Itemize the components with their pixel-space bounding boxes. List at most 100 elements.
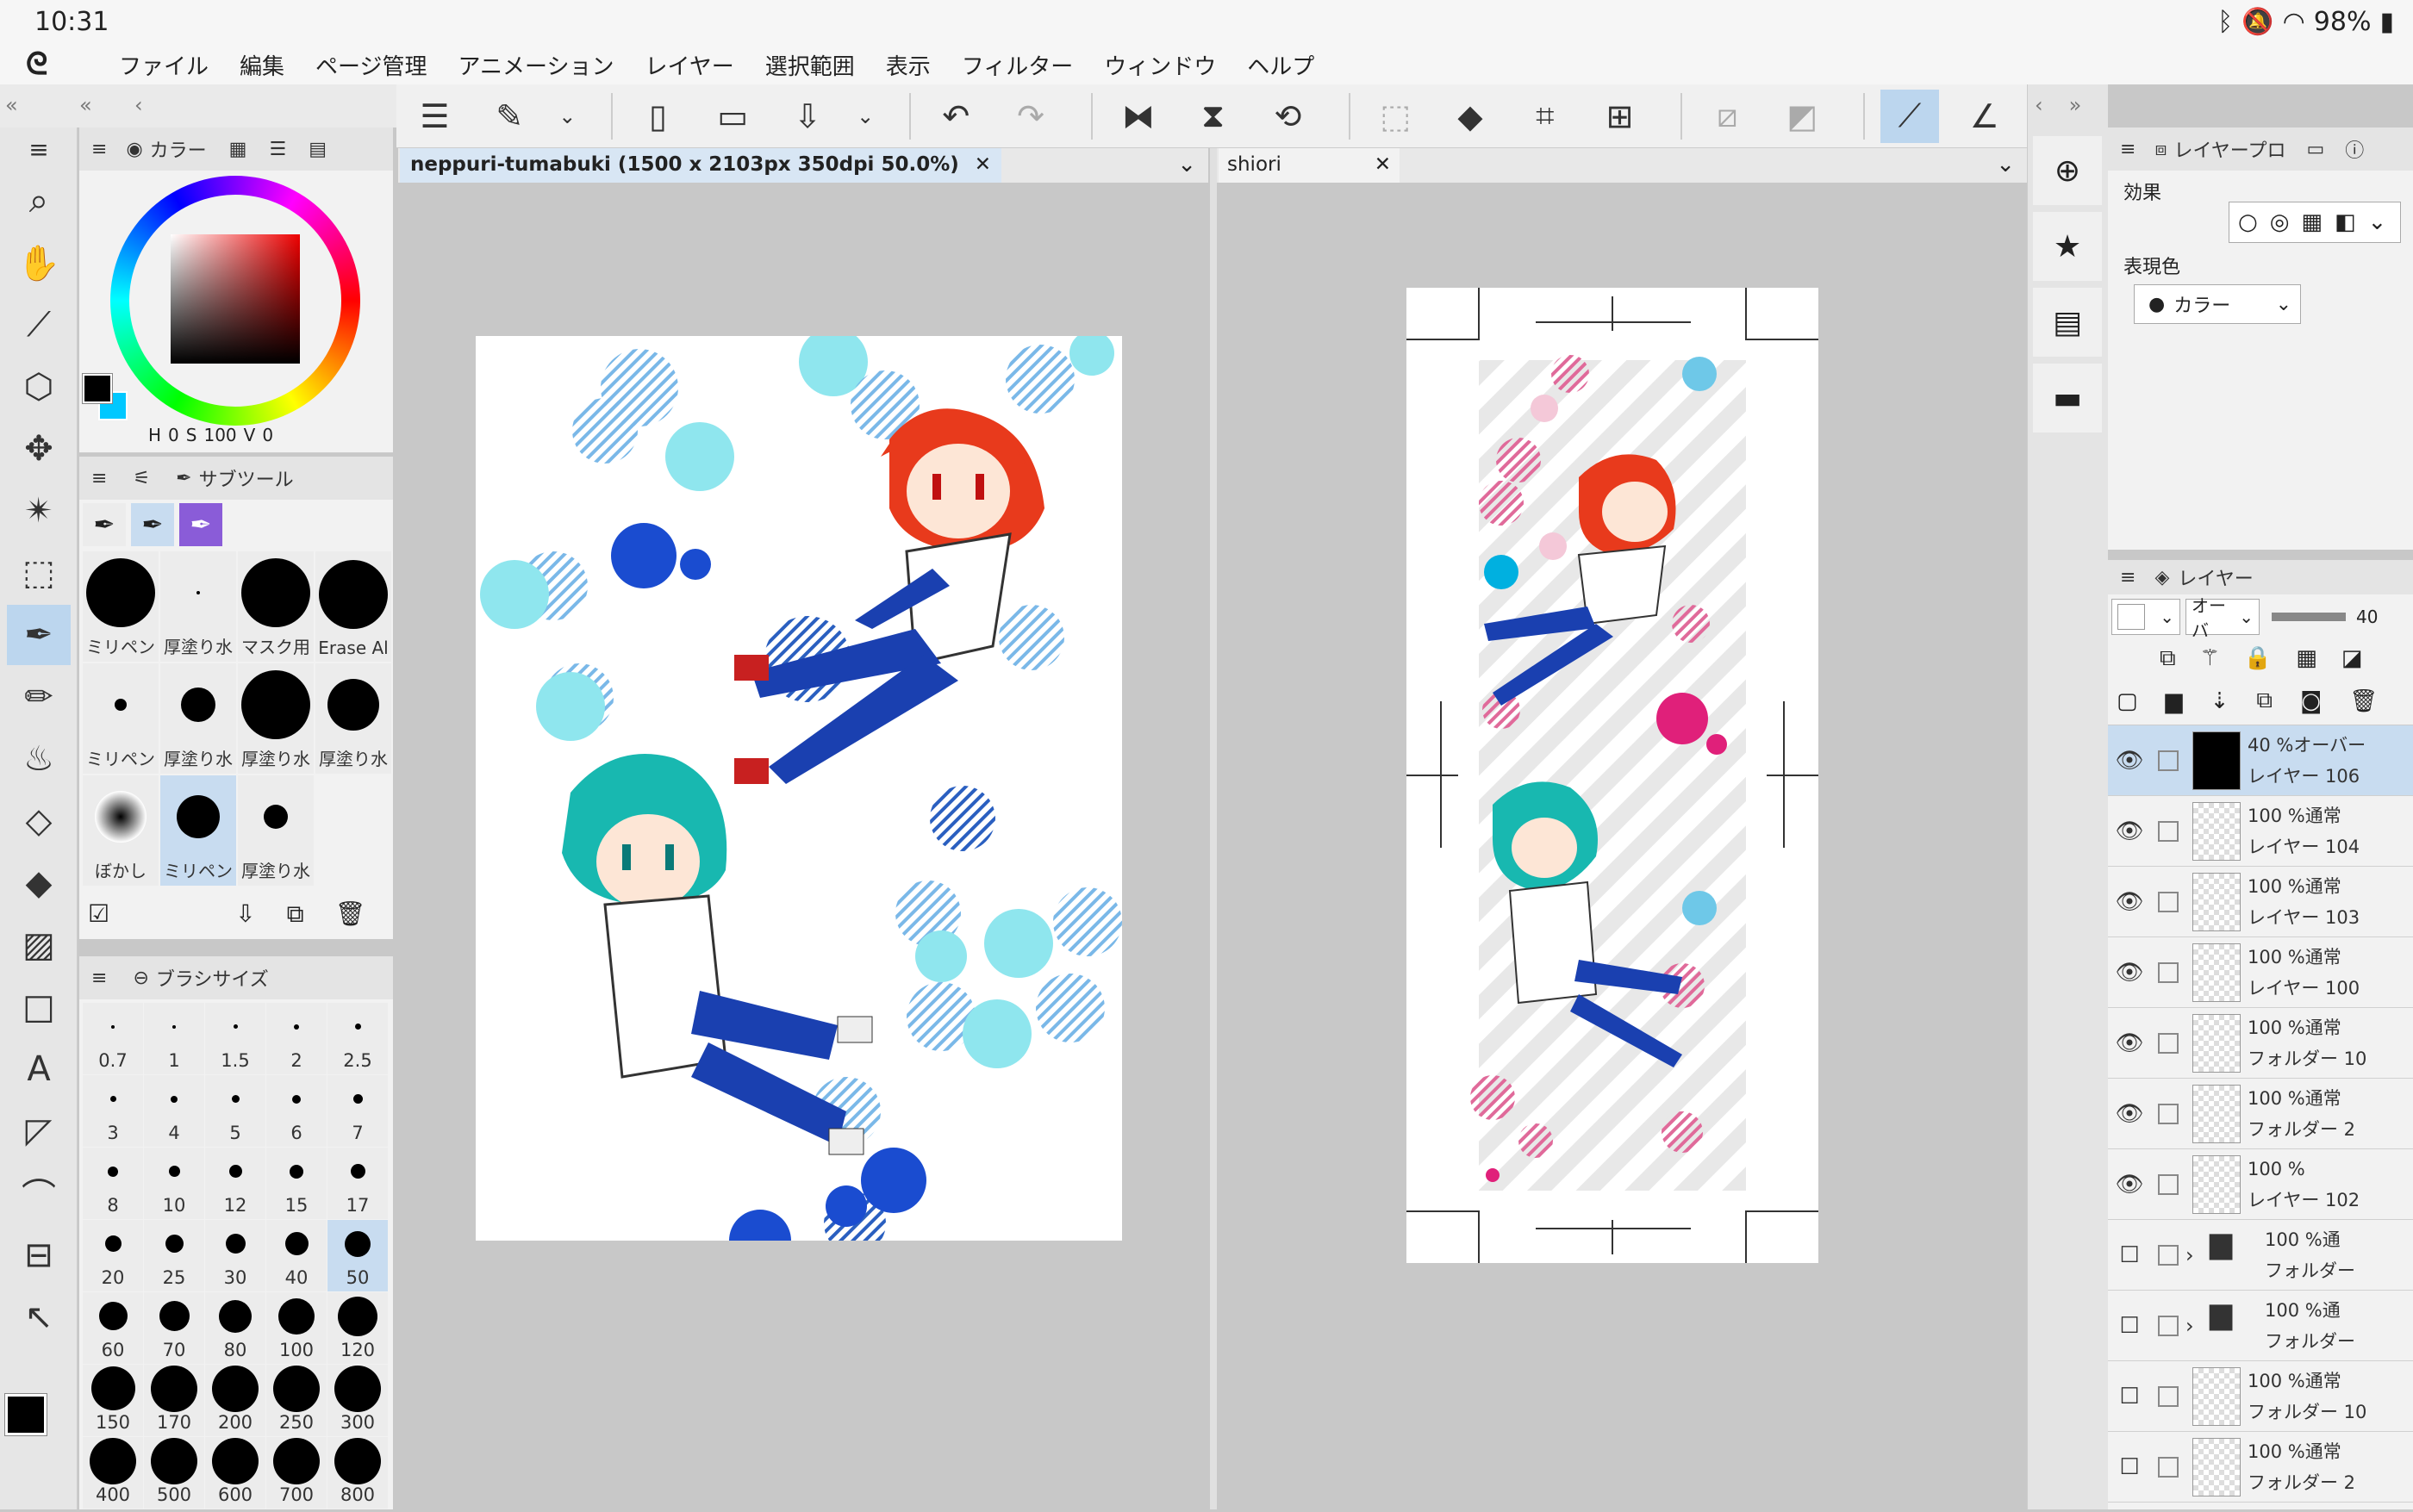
layer-row[interactable]: ☐ 100 %通常 フォルダー 2 [2108, 1432, 2413, 1503]
brush-size-item[interactable]: 400 [83, 1437, 143, 1509]
layer-row[interactable]: ☐ › ▆ 100 %通 フォルダー [2108, 1220, 2413, 1291]
brush-item[interactable]: 厚塗り水 [238, 663, 314, 774]
brush-size-item[interactable]: 20 [83, 1220, 143, 1291]
hand-icon[interactable]: ✋ [7, 233, 71, 293]
brush-size-item[interactable]: 50 [327, 1220, 388, 1291]
brush-size-item[interactable]: 7 [327, 1075, 388, 1147]
duplicate-subtool-icon[interactable]: ⧉ [287, 899, 304, 929]
move-icon[interactable]: ✥ [7, 419, 71, 479]
custom-group-icon[interactable]: ✒ [179, 503, 222, 546]
brush-size-item[interactable]: 800 [327, 1437, 388, 1509]
text-icon[interactable]: A [7, 1039, 71, 1099]
layer-select-checkbox[interactable] [2158, 1244, 2179, 1266]
menu-layer[interactable]: レイヤー [645, 49, 733, 81]
main-color-swatch[interactable] [4, 1393, 47, 1436]
chevron-down-icon[interactable]: ⌄ [2368, 209, 2387, 235]
effect-buttons[interactable]: ○ ◎ ▦ ◧ ⌄ [2229, 202, 2401, 243]
selection-icon[interactable]: ⬚ [7, 543, 71, 603]
brush-item[interactable]: ぼかし [83, 775, 159, 886]
new-file-icon[interactable]: ▯ [628, 90, 688, 143]
layer-property-tab-icon[interactable]: ⧈ [2154, 139, 2167, 160]
pen-icon[interactable]: ✒ [7, 605, 71, 665]
brush-item[interactable]: Erase Al [315, 551, 391, 662]
layer-property-icon[interactable]: ▬ [2033, 364, 2102, 432]
menu-animation[interactable]: アニメーション [458, 49, 614, 81]
brush-size-item[interactable]: 10 [144, 1148, 204, 1219]
layer-row[interactable]: 👁 100 %通常 レイヤー 104 [2108, 796, 2413, 867]
hidden-checkbox-icon[interactable]: ☐ [2108, 1454, 2151, 1480]
layer-select-checkbox[interactable] [2158, 750, 2179, 771]
chevron-down-icon[interactable]: ⌄ [852, 90, 877, 143]
layer-property-tab-label[interactable]: レイヤープロ [2173, 135, 2285, 163]
eye-icon[interactable]: 👁 [2108, 1172, 2151, 1198]
download-subtool-icon[interactable]: ⇩ [235, 899, 255, 929]
menu-filter[interactable]: フィルター [962, 49, 1073, 81]
brush-item[interactable]: 厚塗り水 [238, 775, 314, 886]
menu-file[interactable]: ファイル [119, 49, 209, 81]
canvas-shiori[interactable] [1406, 288, 1818, 1263]
color-set-tab-icon[interactable]: ▦ [229, 139, 247, 160]
collapse-color-icon[interactable]: « [79, 93, 92, 117]
brush-size-item[interactable]: 1.5 [205, 1003, 265, 1074]
layer-color-select[interactable]: ⌄ [2111, 599, 2180, 635]
menu-help[interactable]: ヘルプ [1247, 49, 1314, 81]
brush-size-item[interactable]: 500 [144, 1437, 204, 1509]
chevron-right-icon[interactable]: › [2185, 1243, 2203, 1267]
layer-row[interactable]: 👁 100 %通常 レイヤー 100 [2108, 937, 2413, 1008]
eye-icon[interactable]: 👁 [2108, 748, 2151, 774]
collapse-chevron-icon[interactable]: ‹ [134, 93, 143, 117]
hidden-checkbox-icon[interactable]: ☐ [2108, 1313, 2151, 1339]
hidden-checkbox-icon[interactable]: ☐ [2108, 1242, 2151, 1268]
eye-icon[interactable]: 👁 [2108, 889, 2151, 915]
brush-size-item[interactable]: 2 [266, 1003, 327, 1074]
brush-size-item[interactable]: 40 [266, 1220, 327, 1291]
brush-size-item[interactable]: 60 [83, 1292, 143, 1364]
document-tab-1[interactable]: neppuri-tumabuki (1500 x 2103px 350dpi 5… [400, 148, 1002, 183]
mask-icon[interactable]: ◪ [2341, 645, 2363, 671]
brush-size-item[interactable]: 70 [144, 1292, 204, 1364]
brush-size-tab-label[interactable]: ブラシサイズ [156, 964, 269, 992]
layer-select-checkbox[interactable] [2158, 820, 2179, 842]
expression-color-select[interactable]: ● カラー ⌄ [2134, 284, 2301, 324]
material-icon[interactable]: ★ [2033, 212, 2102, 281]
brush-size-item[interactable]: 700 [266, 1437, 327, 1509]
layer-select-checkbox[interactable] [2158, 1032, 2179, 1054]
layer-row[interactable]: 👁 100 % レイヤー 102 [2108, 1149, 2413, 1220]
brush-size-tab-icon[interactable]: ⊖ [133, 968, 148, 989]
layer-select-checkbox[interactable] [2158, 1173, 2179, 1195]
eye-icon[interactable]: 👁 [2108, 1030, 2151, 1056]
clip-icon[interactable]: ⧉ [2160, 645, 2176, 672]
brush-size-item[interactable]: 17 [327, 1148, 388, 1219]
panel-tab-icon[interactable]: ▭ [2306, 139, 2324, 160]
close-tab-icon[interactable]: ✕ [1375, 153, 1391, 177]
brush-size-item[interactable]: 3 [83, 1075, 143, 1147]
brush-size-item[interactable]: 12 [205, 1148, 265, 1219]
brush-size-item[interactable]: 80 [205, 1292, 265, 1364]
layer-row[interactable]: ☐ 100 %通常 フォルダー 10 [2108, 1361, 2413, 1432]
pen-group-icon[interactable]: ✒ [83, 503, 126, 546]
panel-menu-icon[interactable]: ≡ [91, 139, 107, 160]
collapse-left-icon[interactable]: « [5, 93, 18, 117]
eyedropper-icon[interactable]: ⟋ [7, 295, 71, 355]
document-tab-2[interactable]: shiori ✕ [1219, 148, 1400, 183]
extract-line-icon[interactable]: ◎ [2270, 209, 2290, 235]
layer-mask-icon[interactable]: ◙ [2300, 688, 2322, 714]
info-icon[interactable]: ⓘ [2345, 135, 2364, 163]
transform-icon[interactable]: ⊞ [1590, 90, 1649, 143]
eye-icon[interactable]: 👁 [2108, 818, 2151, 844]
intermediate-color-tab-icon[interactable]: ☰ [269, 139, 286, 160]
brush-item[interactable]: ミリペン [83, 551, 159, 662]
operation-icon[interactable]: ⬡ [7, 357, 71, 417]
layer-select-checkbox[interactable] [2158, 961, 2179, 983]
panel-menu-icon[interactable]: ≡ [91, 468, 107, 489]
expand-right-icon[interactable]: » [2069, 93, 2082, 121]
chevron-down-icon[interactable]: ⌄ [555, 90, 580, 143]
frame-icon[interactable]: ◸ [7, 1101, 71, 1161]
subtool-settings-icon[interactable]: ☑ [88, 899, 109, 929]
brush-size-item[interactable]: 600 [205, 1437, 265, 1509]
color-history-tab-icon[interactable]: ▤ [309, 139, 327, 160]
new-raster-layer-icon[interactable]: ▢ [2117, 688, 2138, 714]
crop-icon[interactable]: ⌗ [1515, 90, 1574, 143]
zoom-icon[interactable]: ⌕ [7, 171, 71, 231]
new-folder-icon[interactable]: ▆ [2166, 688, 2183, 714]
